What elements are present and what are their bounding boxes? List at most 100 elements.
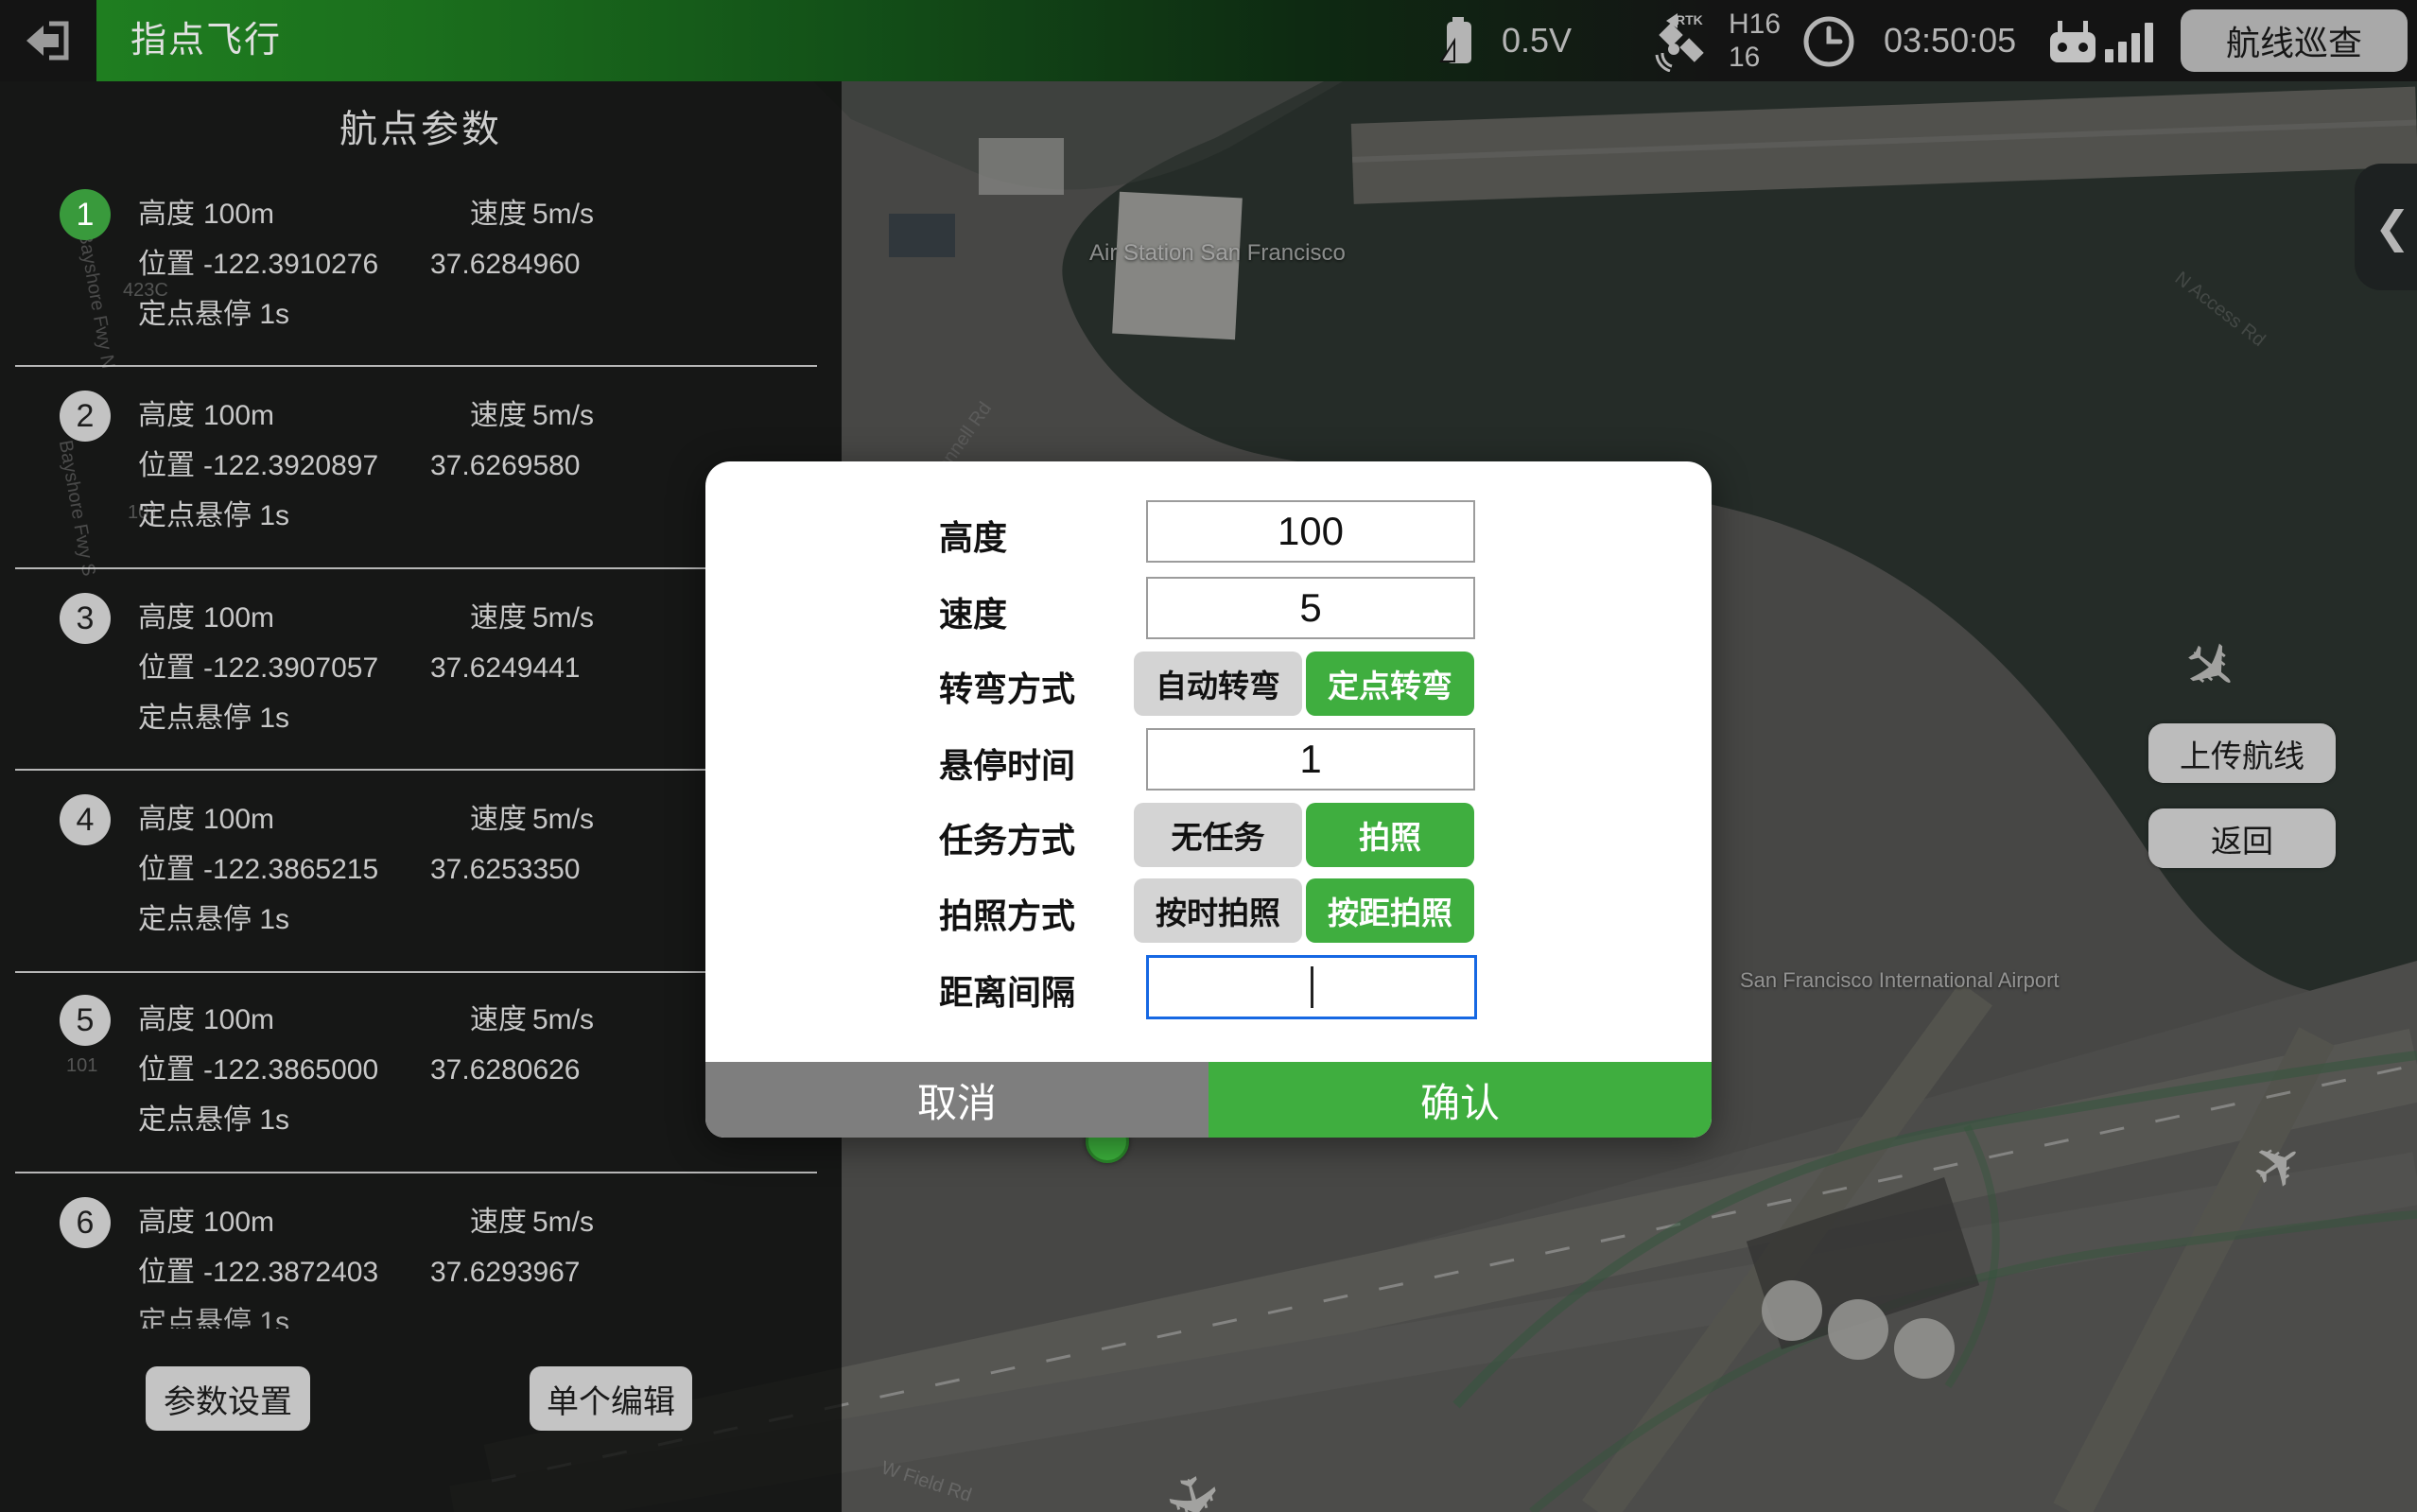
hover-time-input[interactable]: 1 [1146,728,1475,791]
route-patrol-button[interactable]: 航线巡查 [2181,9,2408,72]
waypoint-number-badge[interactable]: 6 [60,1197,111,1248]
exit-arrow-icon [25,20,72,61]
text-cursor [1311,966,1313,1008]
speed-input[interactable]: 5 [1146,577,1475,639]
waypoint-altitude-value: 100m [203,397,274,435]
distance-interval-label: 距离间隔 [939,965,1075,1015]
top-bar: 指点飞行 0.5V RTK H16 16 03:50:05 [0,0,2417,81]
waypoint-speed-value: 5m/s [532,1204,594,1242]
single-edit-button[interactable]: 单个编辑 [530,1366,692,1431]
waypoint-latitude: 37.6293967 [430,1254,581,1292]
confirm-button[interactable]: 确认 [1208,1062,1712,1138]
photo-distance-option[interactable]: 按距拍照 [1306,878,1474,943]
signal-strength-bars [2105,21,2171,62]
waypoint-position-label: 位置 [138,447,195,485]
waypoint-altitude-value: 100m [203,1001,274,1039]
upload-route-button[interactable]: 上传航线 [2148,723,2336,783]
waypoint-hover-text: 定点悬停 1s [138,497,289,535]
waypoint-position-label: 位置 [138,650,195,687]
waypoint-latitude: 37.6269580 [430,447,581,485]
chevron-left-icon: ❮ [2374,201,2411,252]
map-road-badge: 101 [66,1055,97,1077]
panel-title: 航点参数 [0,98,842,153]
altitude-label: 高度 [939,511,1007,560]
waypoint-speed-value: 5m/s [532,801,594,839]
collapse-panel-tab[interactable]: ❮ [2355,164,2417,290]
turn-mode-toggle: 自动转弯 定点转弯 [1134,652,1474,716]
waypoint-speed-label: 速度 [470,801,527,839]
waypoint-altitude-label: 高度 [138,1001,195,1039]
altitude-input[interactable]: 100 [1146,500,1475,563]
photo-mode-toggle: 按时拍照 按距拍照 [1134,878,1474,943]
return-button[interactable]: 返回 [2148,808,2336,868]
signal-bar [2118,42,2127,62]
waypoint-altitude-value: 100m [203,600,274,637]
waypoint-hover-text: 定点悬停 1s [138,1304,289,1329]
turn-auto-option[interactable]: 自动转弯 [1134,652,1302,716]
waypoint-speed-label: 速度 [470,1001,527,1039]
waypoint-altitude-label: 高度 [138,1204,195,1242]
page-title: 指点飞行 [130,0,282,81]
waypoint-divider [15,567,817,569]
rtk-satellite-icon: RTK [1649,11,1719,72]
exit-back-button[interactable] [0,0,96,81]
waypoint-hover-text: 定点悬停 1s [138,296,289,334]
waypoint-latitude: 37.6253350 [430,851,581,889]
waypoint-number-badge[interactable]: 5 [60,995,111,1046]
signal-bar [2105,49,2113,62]
waypoint-altitude-value: 100m [203,801,274,839]
param-settings-button[interactable]: 参数设置 [146,1366,310,1431]
waypoint-number-badge[interactable]: 4 [60,794,111,845]
waypoint-hover-text: 定点悬停 1s [138,901,289,939]
waypoint-speed-label: 速度 [470,196,527,234]
distance-interval-input[interactable] [1146,955,1477,1019]
hover-time-label: 悬停时间 [939,739,1075,788]
waypoint-speed-value: 5m/s [532,600,594,637]
task-mode-toggle: 无任务 拍照 [1134,803,1474,867]
waypoint-altitude-label: 高度 [138,801,195,839]
rtk-status: H16 16 [1729,8,1781,74]
turn-fixed-option[interactable]: 定点转弯 [1306,652,1474,716]
waypoint-divider [15,769,817,771]
waypoint-longitude: -122.3865000 [203,1051,378,1089]
waypoint-hover-text: 定点悬停 1s [138,1102,289,1139]
waypoint-position-label: 位置 [138,246,195,284]
waypoint-altitude-value: 100m [203,196,274,234]
waypoint-latitude: 37.6249441 [430,650,581,687]
rtk-line2: 16 [1729,41,1781,74]
waypoint-latitude: 37.6284960 [430,246,581,284]
task-none-option[interactable]: 无任务 [1134,803,1302,867]
remote-controller-icon [2044,19,2101,64]
waypoint-divider [15,971,817,973]
task-photo-option[interactable]: 拍照 [1306,803,1474,867]
battery-voltage: 0.5V [1502,0,1572,81]
waypoint-number-badge[interactable]: 3 [60,593,111,644]
signal-bar [2145,23,2153,62]
rtk-line1: H16 [1729,8,1781,41]
waypoint-longitude: -122.3920897 [203,447,378,485]
photo-mode-label: 拍照方式 [939,889,1075,938]
battery-icon [1439,16,1485,67]
waypoint-altitude-label: 高度 [138,600,195,637]
photo-timed-option[interactable]: 按时拍照 [1134,878,1302,943]
flight-time: 03:50:05 [1884,0,2016,81]
clock-icon [1802,15,1855,68]
waypoint-altitude-label: 高度 [138,397,195,435]
waypoint-speed-label: 速度 [470,600,527,637]
waypoint-altitude-value: 100m [203,1204,274,1242]
waypoint-position-label: 位置 [138,851,195,889]
waypoint-number-badge[interactable]: 2 [60,391,111,442]
task-mode-label: 任务方式 [939,813,1075,862]
cancel-button[interactable]: 取消 [705,1062,1208,1138]
waypoint-speed-label: 速度 [470,1204,527,1242]
turn-mode-label: 转弯方式 [939,662,1075,711]
waypoint-divider [15,1172,817,1173]
waypoint-position-label: 位置 [138,1051,195,1089]
speed-label: 速度 [939,587,1007,636]
waypoint-position-label: 位置 [138,1254,195,1292]
waypoint-edit-dialog: 高度 100 速度 5 转弯方式 自动转弯 定点转弯 悬停时间 1 任务方式 无… [705,461,1712,1138]
waypoint-number-badge[interactable]: 1 [60,189,111,240]
waypoint-divider [15,365,817,367]
waypoint-latitude: 37.6280626 [430,1051,581,1089]
waypoint-longitude: -122.3872403 [203,1254,378,1292]
